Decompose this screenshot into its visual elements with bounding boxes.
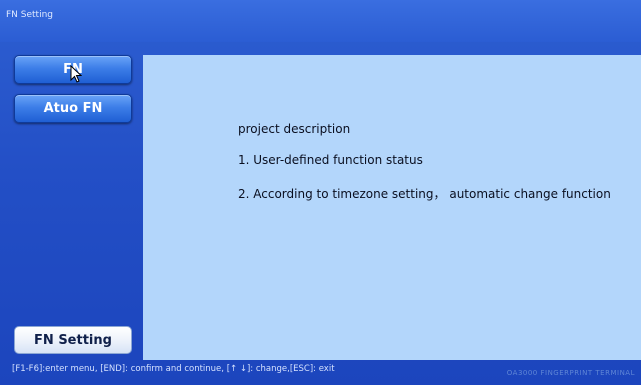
mouse-cursor-icon — [70, 65, 82, 83]
terminal-screen: FN Setting FN Atuo FN FN Setting project… — [0, 0, 641, 385]
description-panel: project description 1. User-defined func… — [143, 55, 641, 360]
description-item-2: 2. According to timezone setting， automa… — [238, 187, 611, 201]
description-heading: project description — [238, 122, 351, 136]
title-bar: FN Setting — [0, 0, 641, 42]
auto-fn-button[interactable]: Atuo FN — [14, 94, 132, 123]
key-hint-text: [F1-F6]:enter menu, [END]: confirm and c… — [12, 364, 335, 374]
sidebar: FN Atuo FN — [0, 55, 143, 359]
fn-setting-menu-button[interactable]: FN Setting — [14, 326, 132, 354]
description-item-1: 1. User-defined function status — [238, 153, 423, 167]
window-title: FN Setting — [6, 10, 53, 20]
brand-label: OA3000 FINGERPRINT TERMINAL — [506, 369, 635, 377]
fn-setting-label: FN Setting — [34, 332, 112, 348]
auto-fn-button-label: Atuo FN — [43, 101, 103, 116]
